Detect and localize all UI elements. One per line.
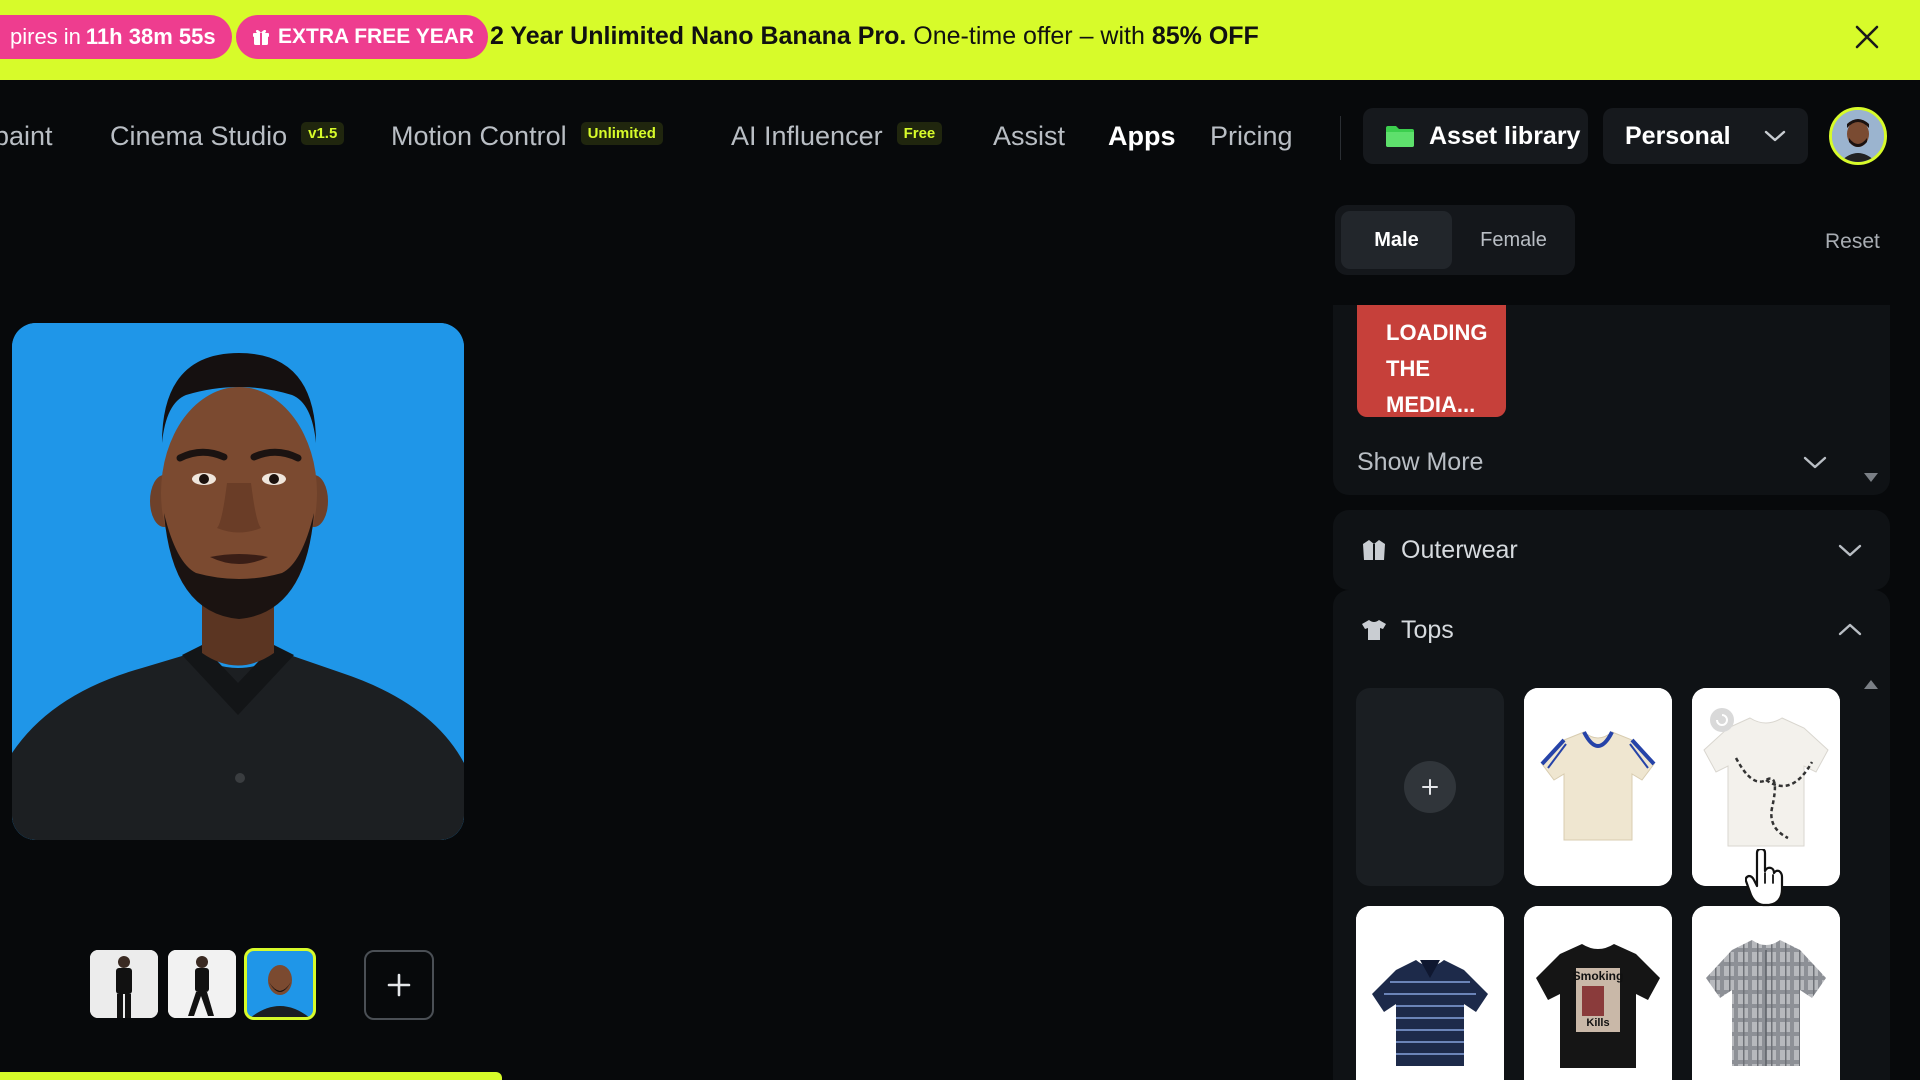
extra-free-year-label: EXTRA FREE YEAR — [278, 25, 475, 48]
nav-divider — [1340, 116, 1341, 160]
version-badge: v1.5 — [301, 122, 345, 145]
tops-label: Tops — [1401, 615, 1454, 644]
thumbnail-black-outfit-walking[interactable] — [168, 950, 236, 1018]
svg-text:Kills: Kills — [1586, 1017, 1609, 1029]
thumbnail-image — [246, 950, 314, 1018]
promo-timer: pires in 11h 38m 55s — [0, 15, 232, 59]
hand-cursor-icon — [1745, 849, 1784, 907]
plus-icon — [1422, 779, 1438, 795]
loading-text-line: THE — [1386, 356, 1430, 381]
promo-offer-bold: 2 Year Unlimited Nano Banana Pro. — [490, 22, 907, 50]
chevron-down-icon — [1803, 456, 1827, 469]
show-more-label: Show More — [1357, 447, 1484, 476]
outerwear-label: Outerwear — [1401, 535, 1518, 564]
plus-icon — [387, 973, 411, 997]
tab-male[interactable]: Male — [1341, 211, 1452, 269]
workspace-label: Personal — [1625, 121, 1731, 150]
workspace-select[interactable]: Personal — [1603, 108, 1808, 164]
thumbnail-portrait-blue-bg[interactable] — [244, 948, 316, 1020]
loading-media-tile: LOADING THE MEDIA... — [1357, 305, 1506, 417]
nav-item-label: Pricing — [1210, 121, 1293, 151]
tops-header[interactable]: Tops — [1333, 590, 1890, 670]
asset-library-label: Asset library — [1429, 121, 1581, 150]
top-item-gray-plaid-shirt[interactable] — [1692, 906, 1840, 1080]
reset-button[interactable]: Reset — [1825, 230, 1880, 254]
outerwear-header[interactable]: Outerwear — [1333, 510, 1890, 590]
gift-icon — [253, 29, 269, 45]
folder-icon — [1386, 126, 1414, 147]
show-more-button[interactable]: Show More — [1357, 442, 1827, 482]
promo-offer-text: 2 Year Unlimited Nano Banana Pro. One-ti… — [490, 22, 1259, 51]
add-circle — [1404, 761, 1456, 813]
loading-text-line: MEDIA... — [1386, 392, 1476, 417]
thumbnail-black-outfit-standing[interactable] — [90, 950, 158, 1018]
nav-item-label: Apps — [1108, 121, 1176, 151]
nav-item-apps[interactable]: Apps — [1108, 121, 1176, 152]
promo-timer-prefix: pires in — [10, 24, 81, 49]
top-item-cream-polo[interactable] — [1524, 688, 1672, 886]
tshirt-icon — [1362, 620, 1386, 640]
nav-item-label: paint — [0, 121, 53, 151]
jacket-icon — [1363, 540, 1385, 560]
asset-library-button[interactable]: Asset library — [1363, 108, 1588, 164]
top-image — [1356, 906, 1504, 1080]
nav-item-label: Assist — [993, 121, 1066, 151]
nav-item-label: Cinema Studio — [110, 121, 288, 151]
generate-button-edge[interactable] — [0, 1072, 502, 1080]
top-image: Smoking Kills — [1524, 906, 1672, 1080]
free-badge: Free — [896, 122, 943, 145]
nav-item-label: AI Influencer — [731, 121, 883, 151]
nav-item-pricing[interactable]: Pricing — [1210, 121, 1293, 152]
promo-timer-value: 11h 38m 55s — [85, 24, 216, 49]
top-item-navy-striped-polo[interactable] — [1356, 906, 1504, 1080]
nav-item-ai-influencer[interactable]: AI Influencer Free — [731, 121, 943, 152]
nav-item-label: Motion Control — [391, 121, 567, 151]
tab-female[interactable]: Female — [1458, 211, 1569, 269]
promo-offer-desc: One-time offer – with — [913, 22, 1145, 50]
promo-banner: pires in 11h 38m 55s EXTRA FREE YEAR 2 Y… — [0, 0, 1920, 80]
loading-text-line: LOADING — [1386, 320, 1488, 345]
top-image — [1692, 906, 1840, 1080]
user-avatar[interactable] — [1829, 107, 1887, 165]
thumbnail-image — [90, 950, 158, 1018]
thumbnail-image — [168, 950, 236, 1018]
avatar-image — [1832, 110, 1884, 162]
extra-free-year-badge[interactable]: EXTRA FREE YEAR — [236, 15, 489, 59]
top-image — [1524, 688, 1672, 886]
nav-item-cinema-studio[interactable]: Cinema Studio v1.5 — [110, 121, 345, 152]
promo-offer-discount: 85% OFF — [1151, 22, 1259, 50]
portrait-image — [12, 323, 464, 840]
chevron-up-icon — [1838, 623, 1862, 636]
preview-thumbnails — [90, 948, 316, 1020]
scroll-down-arrow-icon[interactable] — [1862, 470, 1880, 484]
add-image-button[interactable] — [364, 950, 434, 1020]
nav-item-assist[interactable]: Assist — [993, 121, 1065, 152]
close-icon[interactable] — [1852, 22, 1882, 52]
add-custom-top-button[interactable] — [1356, 688, 1504, 886]
top-item-black-graphic-tee[interactable]: Smoking Kills — [1524, 906, 1672, 1080]
nav-item-motion-control[interactable]: Motion Control Unlimited — [391, 121, 663, 152]
chevron-down-icon — [1838, 544, 1862, 557]
model-preview-image — [12, 323, 464, 840]
outerwear-section[interactable]: Outerwear — [1333, 510, 1890, 590]
svg-text:Smoking: Smoking — [1573, 969, 1624, 983]
scroll-up-arrow-icon[interactable] — [1862, 678, 1880, 692]
unlimited-badge: Unlimited — [580, 122, 663, 145]
nav-item-inpaint[interactable]: paint — [0, 121, 53, 152]
gender-toggle: Male Female — [1335, 205, 1575, 275]
chevron-down-icon — [1764, 130, 1786, 142]
